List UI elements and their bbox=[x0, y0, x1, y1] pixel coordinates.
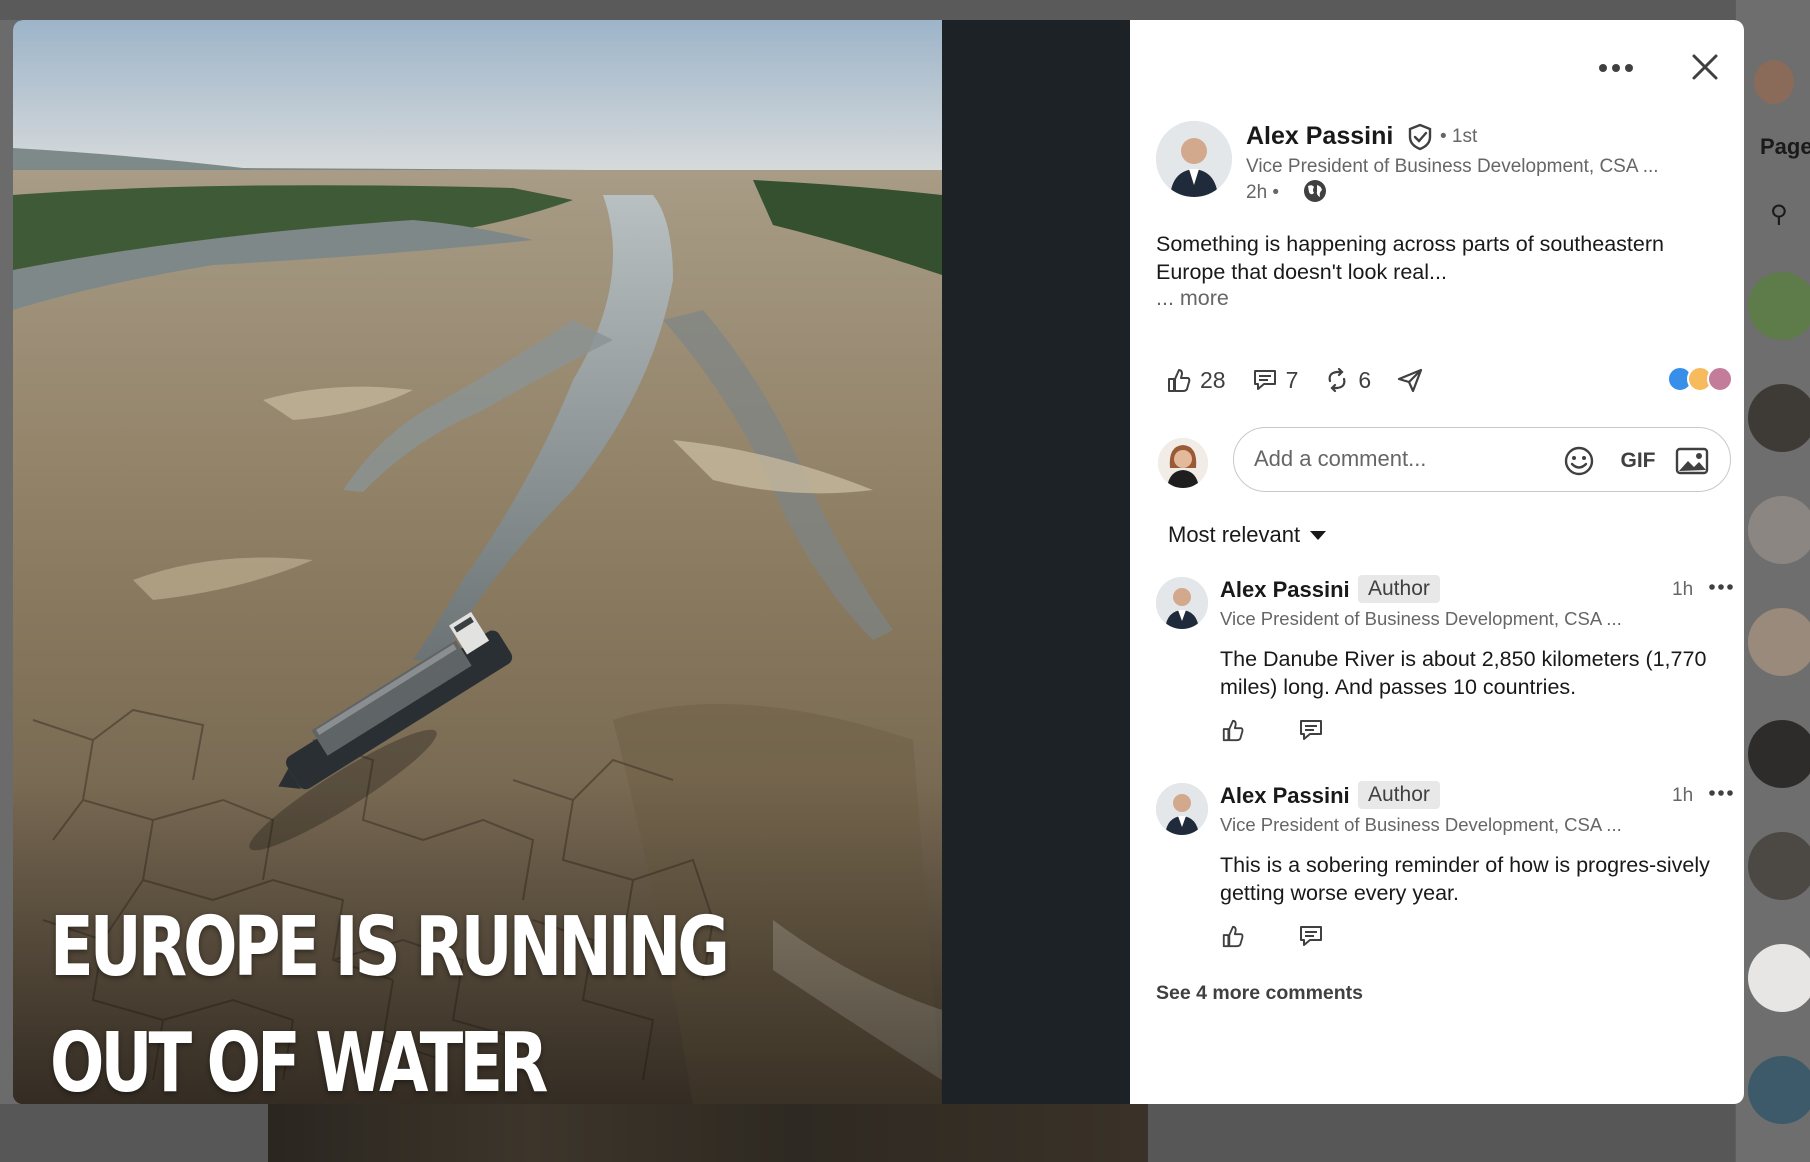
commenter-name[interactable]: Alex Passini bbox=[1220, 783, 1350, 809]
verified-shield-icon bbox=[1408, 123, 1432, 151]
current-user-avatar bbox=[1158, 438, 1208, 488]
add-image-button[interactable] bbox=[1672, 442, 1712, 480]
comment-text: The Danube River is about 2,850 kilomete… bbox=[1220, 647, 1707, 699]
reply-icon bbox=[1300, 926, 1322, 946]
background-avatar bbox=[1748, 384, 1810, 452]
background-top-bar bbox=[0, 0, 1810, 20]
media-area: EUROPE IS RUNNING OUT OF WATER bbox=[13, 20, 1130, 1104]
post-text: Something is happening across parts of s… bbox=[1156, 232, 1664, 284]
thumbs-up-icon bbox=[1168, 369, 1191, 392]
ellipsis-icon bbox=[1709, 790, 1733, 796]
background-profile-avatar bbox=[1754, 60, 1794, 104]
social-actions-row: 28 7 6 bbox=[1166, 360, 1457, 400]
author-badge: Author bbox=[1358, 781, 1440, 809]
repost-count-button[interactable]: 6 bbox=[1324, 367, 1371, 394]
author-avatar[interactable] bbox=[1156, 121, 1232, 197]
commenter-headline: Vice President of Business Development, … bbox=[1220, 814, 1622, 835]
author-headline: Vice President of Business Development, … bbox=[1246, 156, 1659, 177]
comment-text: This is a sobering reminder of how is pr… bbox=[1220, 853, 1710, 905]
post-image[interactable]: EUROPE IS RUNNING OUT OF WATER bbox=[13, 20, 942, 1104]
comment-input[interactable] bbox=[1254, 442, 1544, 476]
comments-count: 7 bbox=[1285, 366, 1299, 393]
background-avatar bbox=[1748, 272, 1810, 340]
close-icon bbox=[1692, 54, 1718, 80]
gif-button[interactable]: GIF bbox=[1616, 444, 1660, 478]
comment-time: 1h bbox=[1672, 579, 1694, 600]
background-search-icon: ⚲ bbox=[1770, 201, 1788, 228]
commenter-avatar[interactable] bbox=[1156, 783, 1208, 835]
see-more-link[interactable]: ... more bbox=[1156, 286, 1229, 311]
image-icon bbox=[1675, 447, 1709, 475]
post-detail-panel: Alex Passini • 1st Vice President of Bus… bbox=[1130, 20, 1744, 1104]
thumbs-up-icon bbox=[1222, 719, 1244, 742]
author-name[interactable]: Alex Passini bbox=[1246, 122, 1393, 151]
ellipsis-icon bbox=[1709, 584, 1733, 590]
comment-like-button[interactable] bbox=[1216, 713, 1250, 747]
love-reaction-icon bbox=[1707, 366, 1733, 392]
commenter-name[interactable]: Alex Passini bbox=[1220, 577, 1350, 603]
comment-composer: GIF bbox=[1233, 427, 1731, 492]
commenter-photo bbox=[1156, 577, 1208, 629]
ellipsis-icon bbox=[1599, 64, 1633, 72]
author-badge: Author bbox=[1358, 575, 1440, 603]
comment-time: 1h bbox=[1672, 785, 1694, 806]
comment-reply-button[interactable] bbox=[1294, 919, 1328, 953]
like-count-button[interactable]: 28 bbox=[1166, 367, 1226, 394]
author-photo bbox=[1156, 121, 1232, 197]
thumbs-up-icon bbox=[1222, 925, 1244, 948]
reaction-icons[interactable] bbox=[1667, 366, 1733, 394]
comment-reply-button[interactable] bbox=[1294, 713, 1328, 747]
emoji-button[interactable] bbox=[1560, 442, 1598, 480]
comment-more-button[interactable] bbox=[1703, 775, 1739, 811]
background-avatar bbox=[1748, 1056, 1810, 1124]
reposts-count: 6 bbox=[1358, 366, 1372, 393]
background-avatar bbox=[1748, 608, 1810, 676]
background-pages-label: Page bbox=[1760, 134, 1810, 159]
post-viewer-modal: EUROPE IS RUNNING OUT OF WATER Alex Pass… bbox=[13, 20, 1744, 1104]
comment-sort-dropdown[interactable]: Most relevant bbox=[1168, 522, 1327, 548]
reply-icon bbox=[1300, 720, 1322, 740]
see-more-comments-link[interactable]: See 4 more comments bbox=[1156, 982, 1363, 1005]
commenter-photo bbox=[1156, 783, 1208, 835]
comment-like-button[interactable] bbox=[1216, 919, 1250, 953]
image-overlay-headline: EUROPE IS RUNNING OUT OF WATER bbox=[50, 900, 730, 1104]
post-timestamp: 2h • bbox=[1246, 182, 1280, 203]
globe-icon bbox=[1304, 180, 1326, 202]
send-icon bbox=[1398, 368, 1423, 393]
background-avatar bbox=[1748, 496, 1810, 564]
background-avatar bbox=[1748, 832, 1810, 900]
background-avatar bbox=[1748, 720, 1810, 788]
current-user-photo bbox=[1158, 438, 1208, 488]
connection-degree: • 1st bbox=[1440, 126, 1478, 147]
smiley-icon bbox=[1564, 446, 1594, 476]
background-avatar bbox=[1748, 944, 1810, 1012]
close-button[interactable] bbox=[1680, 42, 1730, 92]
reactions-count: 28 bbox=[1200, 366, 1226, 393]
sort-label: Most relevant bbox=[1168, 522, 1301, 547]
commenter-headline: Vice President of Business Development, … bbox=[1220, 608, 1622, 629]
repost-icon bbox=[1328, 367, 1346, 393]
background-feed-image bbox=[268, 1104, 1148, 1162]
comment-more-button[interactable] bbox=[1703, 569, 1739, 605]
more-options-button[interactable] bbox=[1590, 46, 1642, 90]
comment-icon bbox=[1253, 370, 1276, 390]
commenter-avatar[interactable] bbox=[1156, 577, 1208, 629]
caret-down-icon bbox=[1310, 530, 1327, 540]
comment-count-button[interactable]: 7 bbox=[1252, 366, 1299, 394]
send-button[interactable] bbox=[1397, 367, 1431, 393]
